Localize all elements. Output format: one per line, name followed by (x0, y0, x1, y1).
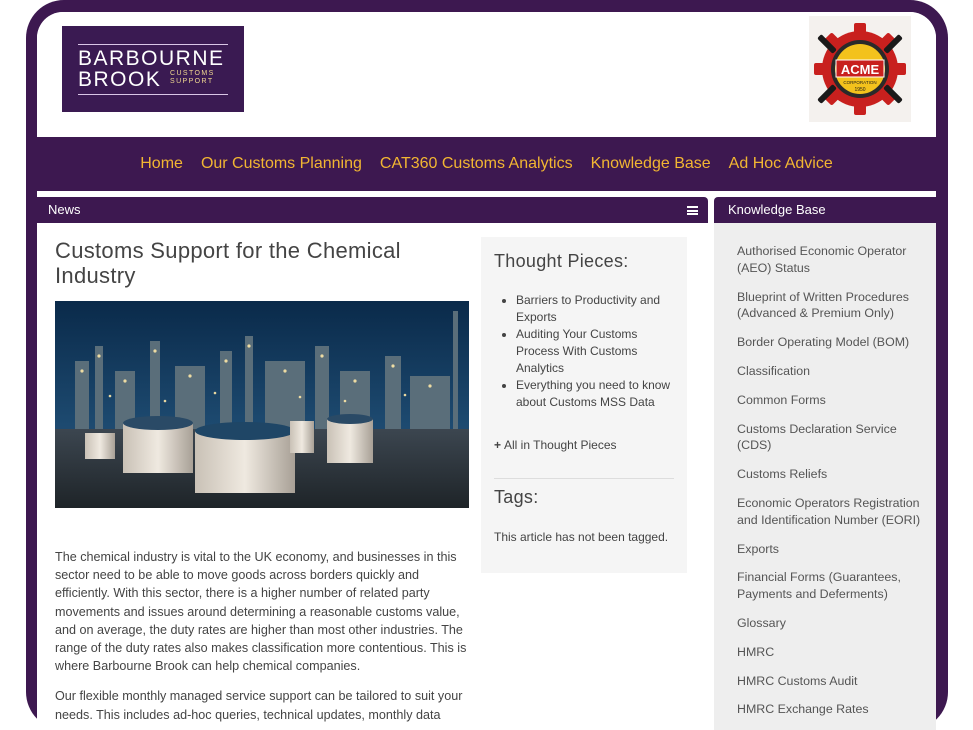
knowledge-base-bar: Knowledge Base (714, 197, 936, 223)
acme-badge-icon: ACME CORPORATION 1950 (814, 23, 906, 115)
chemical-plant-image (55, 301, 469, 508)
acme-corporation-logo: ACME CORPORATION 1950 (809, 16, 911, 122)
logo-line1: BARBOURNE (78, 47, 225, 70)
site-header: BARBOURNE BROOK CUSTOMS SUPPORT ACME COR… (37, 12, 936, 137)
thought-pieces-panel: Thought Pieces: Barriers to Productivity… (481, 237, 687, 573)
logo-line2: BROOK (78, 68, 162, 91)
tags-message: This article has not been tagged. (494, 530, 669, 544)
kb-item-hmrc-exchange-rates[interactable]: HMRC Exchange Rates (737, 701, 926, 718)
plus-icon: + (494, 438, 502, 452)
kb-item-exports[interactable]: Exports (737, 541, 926, 558)
article-paragraph: Our flexible monthly managed service sup… (55, 689, 463, 722)
nav-cat360-customs-analytics[interactable]: CAT360 Customs Analytics (380, 155, 573, 173)
kb-item-hmrc[interactable]: HMRC (737, 644, 926, 661)
kb-item-eori[interactable]: Economic Operators Registration and Iden… (737, 495, 926, 529)
refinery-night-photo (55, 301, 469, 508)
thought-piece-link[interactable]: Auditing Your Customs Process With Custo… (516, 326, 676, 377)
kb-item-cds[interactable]: Customs Declaration Service (CDS) (737, 421, 926, 455)
nav-ad-hoc-advice[interactable]: Ad Hoc Advice (729, 155, 833, 173)
barbourne-brook-logo[interactable]: BARBOURNE BROOK CUSTOMS SUPPORT (62, 26, 244, 112)
acme-subtitle-text: CORPORATION (843, 80, 876, 85)
knowledge-base-bar-label: Knowledge Base (728, 202, 826, 217)
article-title: Customs Support for the Chemical Industr… (55, 238, 401, 288)
kb-item-financial-forms[interactable]: Financial Forms (Guarantees, Payments an… (737, 569, 926, 603)
kb-item-classification[interactable]: Classification (737, 363, 926, 380)
all-thought-pieces-link[interactable]: + All in Thought Pieces (494, 438, 617, 452)
kb-item-glossary[interactable]: Glossary (737, 615, 926, 632)
thought-pieces-heading: Thought Pieces: (494, 251, 629, 271)
acme-name-text: ACME (841, 62, 880, 77)
nav-knowledge-base[interactable]: Knowledge Base (591, 155, 711, 173)
news-bar-label: News (48, 202, 81, 217)
thought-piece-link[interactable]: Barriers to Productivity and Exports (516, 292, 676, 326)
logo-rule-bottom (78, 94, 228, 95)
knowledge-base-list: Authorised Economic Operator (AEO) Statu… (714, 223, 936, 730)
logo-rule-top (78, 44, 228, 45)
hamburger-menu-icon[interactable] (687, 206, 698, 215)
thought-pieces-list: Barriers to Productivity and Exports Aud… (516, 292, 676, 411)
logo-tagline: CUSTOMS SUPPORT (170, 70, 215, 85)
kb-item-bom[interactable]: Border Operating Model (BOM) (737, 334, 926, 351)
kb-item-aeo[interactable]: Authorised Economic Operator (AEO) Statu… (737, 243, 926, 277)
thought-piece-link[interactable]: Everything you need to know about Custom… (516, 377, 676, 411)
article-paragraph: The chemical industry is vital to the UK… (55, 550, 467, 674)
main-nav: Home Our Customs Planning CAT360 Customs… (37, 137, 936, 191)
all-thought-pieces-label: All in Thought Pieces (504, 438, 617, 452)
nav-our-customs-planning[interactable]: Our Customs Planning (201, 155, 362, 173)
nav-home[interactable]: Home (140, 155, 183, 173)
divider (494, 478, 674, 479)
kb-item-hmrc-customs-audit[interactable]: HMRC Customs Audit (737, 673, 926, 690)
acme-year-text: 1950 (854, 87, 865, 93)
browser-viewport: BARBOURNE BROOK CUSTOMS SUPPORT ACME COR… (37, 12, 936, 730)
tags-heading: Tags: (494, 487, 539, 507)
news-bar: News (37, 197, 708, 223)
article-body: The chemical industry is vital to the UK… (55, 548, 471, 730)
kb-item-blueprint[interactable]: Blueprint of Written Procedures (Advance… (737, 289, 926, 323)
kb-item-common-forms[interactable]: Common Forms (737, 392, 926, 409)
kb-item-customs-reliefs[interactable]: Customs Reliefs (737, 466, 926, 483)
